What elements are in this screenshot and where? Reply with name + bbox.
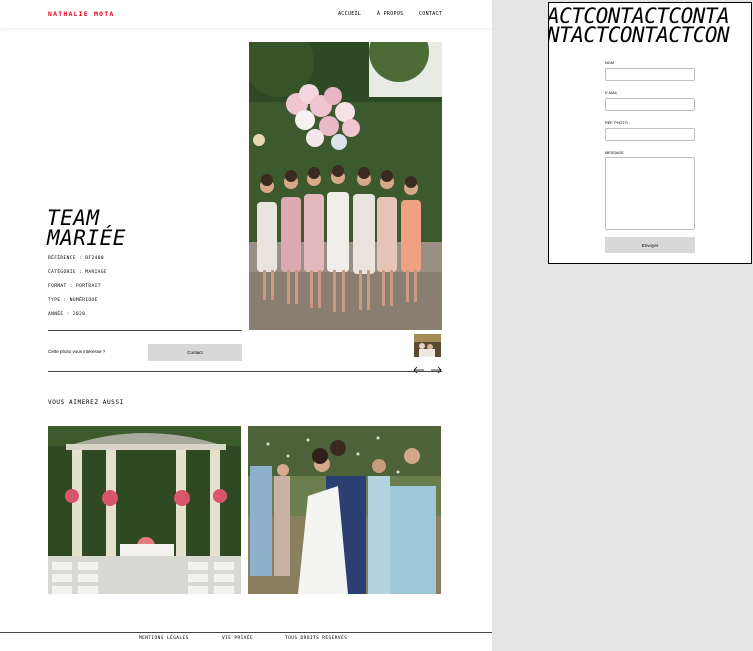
next-photo-thumbnail[interactable] bbox=[414, 334, 441, 357]
photo-category: CATÉGORIE : MARIAGE bbox=[48, 270, 108, 275]
arrow-right-icon[interactable] bbox=[430, 359, 442, 374]
photo-type: TYPE : NUMÉRIQUE bbox=[48, 298, 98, 303]
photo-title-line1: TEAM bbox=[47, 206, 100, 230]
send-button[interactable]: Envoyer bbox=[605, 237, 695, 253]
name-label: NOM bbox=[605, 61, 614, 65]
footer-divider bbox=[0, 632, 492, 633]
photo-ref-label: RÉF. PHOTO bbox=[605, 121, 628, 125]
contact-button[interactable]: Contact bbox=[148, 344, 242, 361]
footer-mentions-legales[interactable]: MENTIONS LÉGALES bbox=[139, 636, 189, 641]
nav-a-propos[interactable]: À PROPOS bbox=[377, 11, 403, 17]
related-photo-2[interactable] bbox=[248, 426, 441, 594]
message-field[interactable] bbox=[605, 157, 695, 230]
contact-modal: ACTCONTACTCONTA NTACTCONTACTCON NOM E-MA… bbox=[548, 2, 752, 264]
interest-question: Cette photo vous intéresse ? bbox=[48, 349, 106, 354]
related-photo-1[interactable] bbox=[48, 426, 241, 594]
photo-reference: RÉFÉRENCE : BF2400 bbox=[48, 256, 104, 261]
meta-divider bbox=[48, 330, 242, 331]
email-label: E-MAIL bbox=[605, 91, 618, 95]
arrow-left-icon[interactable] bbox=[413, 359, 425, 374]
single-photo-page: NATHALIE MOTA ACCUEIL À PROPOS CONTACT T… bbox=[0, 0, 492, 651]
related-heading: VOUS AIMEREZ AUSSI bbox=[48, 399, 124, 406]
email-field[interactable] bbox=[605, 98, 695, 111]
footer-vie-privee[interactable]: VIE PRIVÉE bbox=[222, 636, 253, 641]
contact-banner-line2: NTACTCONTACTCON bbox=[548, 23, 730, 47]
photo-format: FORMAT : PORTRAIT bbox=[48, 284, 101, 289]
section-divider bbox=[48, 371, 442, 372]
site-logo[interactable]: NATHALIE MOTA bbox=[48, 10, 114, 18]
main-photo bbox=[249, 42, 442, 330]
nav-accueil[interactable]: ACCUEIL bbox=[338, 11, 361, 17]
name-field[interactable] bbox=[605, 68, 695, 81]
message-label: MESSAGE bbox=[605, 151, 624, 155]
photo-ref-field[interactable] bbox=[605, 128, 695, 141]
site-header: NATHALIE MOTA ACCUEIL À PROPOS CONTACT bbox=[0, 0, 492, 28]
photo-year: ANNÉE : 2020 bbox=[48, 312, 86, 317]
footer-droits-reserves[interactable]: TOUS DROITS RÉSERVÉS bbox=[285, 636, 347, 641]
photo-title-line2: MARIÉE bbox=[47, 226, 126, 250]
nav-contact[interactable]: CONTACT bbox=[419, 11, 442, 17]
photo-title: TEAM MARIÉE bbox=[47, 206, 126, 250]
